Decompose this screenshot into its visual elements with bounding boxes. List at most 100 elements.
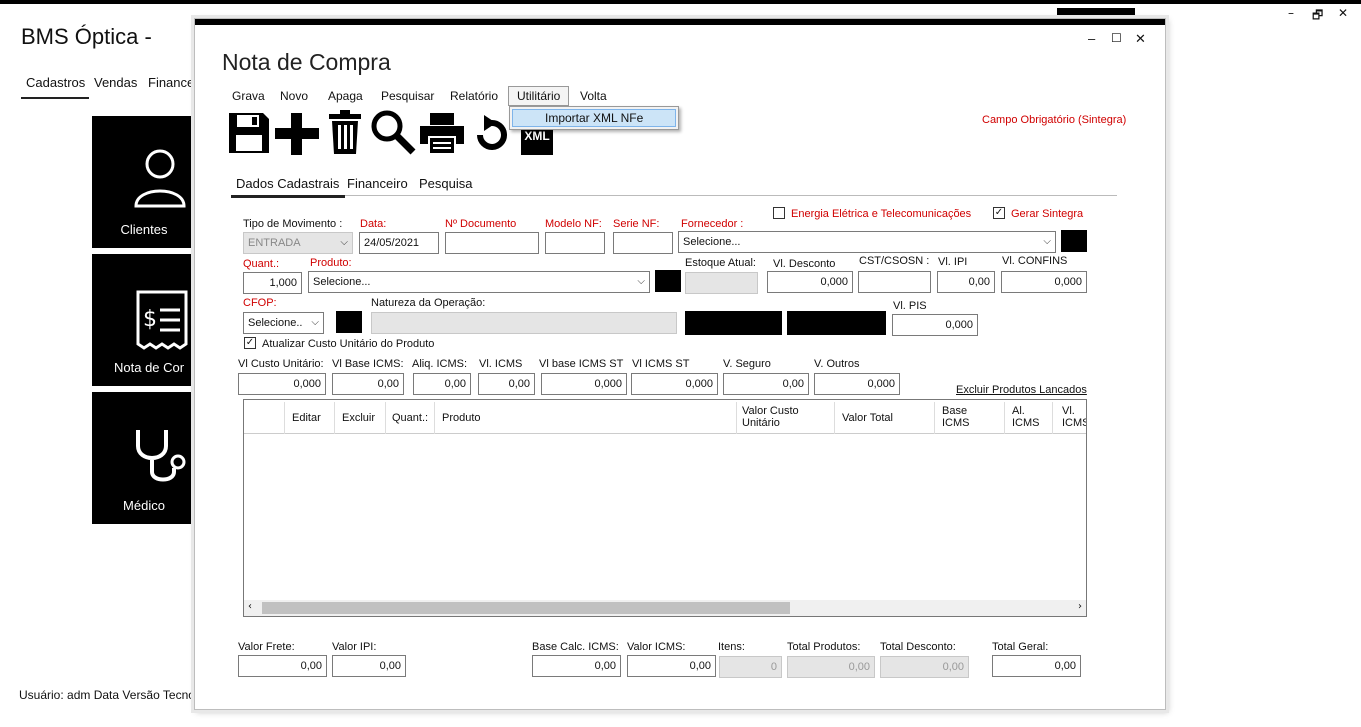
trash-icon[interactable] [327,109,363,155]
utilitario-dropdown: Importar XML NFe [509,106,679,130]
tab-dados-cadastrais[interactable]: Dados Cadastrais [236,176,339,191]
vl-base-icms-field[interactable]: 0,00 [332,373,404,395]
vl-pis-field[interactable]: 0,000 [892,314,978,336]
top-bar [0,0,1361,4]
v-outros-field[interactable]: 0,000 [814,373,900,395]
restore-icon[interactable]: 🗗 [1312,6,1323,27]
menu-volta[interactable]: Volta [580,89,607,103]
menu-apaga[interactable]: Apaga [328,89,363,103]
print-icon[interactable] [420,111,464,155]
data-field[interactable]: 24/05/2021 [359,232,439,254]
quant-field[interactable]: 1,000 [243,272,302,294]
vl-icms-field[interactable]: 0,00 [478,373,535,395]
vl-custo-unit-field[interactable]: 0,000 [238,373,326,395]
undo-icon[interactable] [470,115,512,155]
total-geral-field: 0,00 [992,655,1081,677]
chevron-down-icon: ⌵ [637,276,645,287]
serie-nf-field[interactable] [613,232,673,254]
horizontal-scrollbar[interactable]: ‹ › [244,600,1086,616]
tab-separator [231,195,1117,196]
dialog-title: Nota de Compra [222,49,391,75]
menu-utilitario[interactable]: Utilitário [508,86,570,106]
col-vl-icms[interactable]: Vl. ICMS [1062,405,1086,429]
col-editar[interactable]: Editar [292,412,321,424]
cfop-button[interactable] [336,311,362,333]
tab-pesquisa[interactable]: Pesquisa [419,176,472,191]
fornecedor-button[interactable] [1061,230,1087,252]
tipo-mov-value: ENTRADA [248,237,301,249]
atualizar-checkbox[interactable]: ✓ [244,337,256,349]
tile-medico[interactable]: Médico [92,392,196,524]
scroll-left-icon[interactable]: ‹ [248,601,252,612]
v-seguro-field[interactable]: 0,00 [723,373,809,395]
menu-financeiro[interactable]: Financeiro [148,75,194,90]
aliq-icms-label: Aliq. ICMS: [412,358,468,370]
vl-confins-label: Vl. CONFINS [1002,255,1068,267]
vl-icms-st-field[interactable]: 0,000 [631,373,718,395]
col-al-icms[interactable]: Al. ICMS [1012,405,1046,429]
vl-icms-label: Vl. ICMS [479,358,523,370]
close-icon[interactable]: ✕ [1338,6,1348,20]
menu-cadastros[interactable]: Cadastros [26,75,85,90]
receipt-icon: $ [136,290,188,350]
energia-checkbox[interactable] [773,207,785,219]
maximize-icon[interactable]: ☐ [1111,31,1122,45]
col-valor-custo[interactable]: Valor Custo Unitário [742,405,816,429]
minimize-icon[interactable]: – [1288,6,1294,20]
col-valor-total[interactable]: Valor Total [842,412,893,424]
tile-nota-compra[interactable]: $ Nota de Compra [92,254,196,386]
minimize-icon[interactable]: – [1088,31,1095,46]
close-icon[interactable]: ✕ [1135,31,1146,47]
importar-xml-item[interactable]: Importar XML NFe [512,109,676,127]
valor-frete-field[interactable]: 0,00 [238,655,327,677]
status-user: Usuário: adm [19,688,91,702]
vl-base-icms-st-field[interactable]: 0,000 [541,373,627,395]
serie-nf-label: Serie NF: [613,218,660,230]
cst-field[interactable] [858,271,931,293]
col-quant[interactable]: Quant.: [392,412,428,424]
vl-ipi-field[interactable]: 0,00 [937,271,995,293]
xml-icon[interactable]: XML [521,127,553,155]
menu-novo[interactable]: Novo [280,89,308,103]
modelo-nf-field[interactable] [545,232,605,254]
col-sep [334,402,335,434]
scrollbar-thumb[interactable] [262,602,790,614]
base-calc-icms-field[interactable]: 0,00 [532,655,621,677]
scroll-right-icon[interactable]: › [1078,601,1082,612]
col-excluir[interactable]: Excluir [342,412,375,424]
produto-select[interactable]: Selecione... ⌵ [308,271,650,293]
tab-financeiro[interactable]: Financeiro [347,176,408,191]
save-icon[interactable] [227,111,271,155]
tile-clientes[interactable]: Clientes [92,116,196,248]
status-versao: Versão Tecno [122,688,195,702]
cfop-select[interactable]: Selecione.. ⌵ [243,312,324,334]
aliq-icms-field[interactable]: 0,00 [413,373,471,395]
user-icon [134,149,186,208]
gerar-sintegra-checkbox[interactable]: ✓ [993,207,1005,219]
col-base-icms[interactable]: Base ICMS [942,405,982,429]
excluir-produtos-link[interactable]: Excluir Produtos Lancados [956,384,1087,396]
valor-frete-label: Valor Frete: [238,641,295,653]
num-doc-field[interactable] [445,232,539,254]
menu-pesquisar[interactable]: Pesquisar [381,89,434,103]
itens-field: 0 [719,656,782,678]
valor-icms-field[interactable]: 0,00 [627,655,716,677]
menu-grava[interactable]: Grava [232,89,265,103]
tile-label: Médico [123,498,165,513]
produto-button[interactable] [655,270,681,292]
add-icon[interactable] [275,113,319,155]
natureza-label: Natureza da Operação: [371,297,486,309]
tab-underline [231,195,345,198]
col-produto[interactable]: Produto [442,412,481,424]
menu-relatorio[interactable]: Relatório [450,89,498,103]
valor-ipi-field[interactable]: 0,00 [332,655,406,677]
search-icon[interactable] [370,109,416,155]
vl-desconto-field[interactable]: 0,000 [767,271,853,293]
xml-label: XML [524,129,550,143]
fornecedor-select[interactable]: Selecione... ⌵ [678,231,1056,253]
menu-vendas[interactable]: Vendas [94,75,137,90]
vl-confins-field[interactable]: 0,000 [1001,271,1087,293]
vl-base-icms-st-label: Vl base ICMS ST [539,358,624,370]
tipo-mov-select[interactable]: ENTRADA ⌵ [243,232,353,254]
table-header-row: Editar Excluir Quant.: Produto Valor Cus… [244,400,1086,434]
